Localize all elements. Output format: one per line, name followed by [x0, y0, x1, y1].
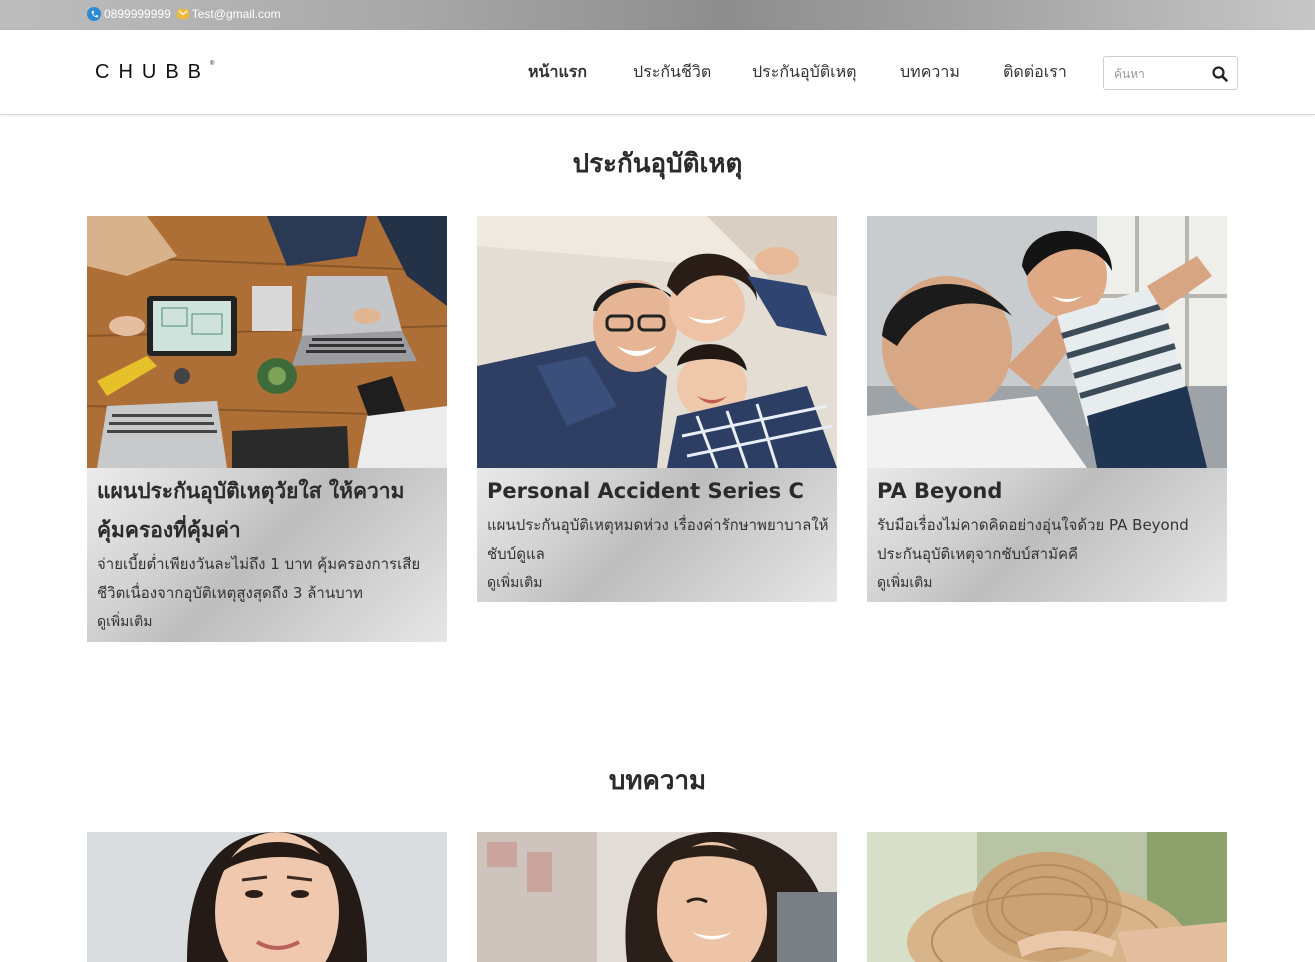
card-title[interactable]: PA Beyond: [877, 472, 1222, 511]
card-body: แผนประกันอุบัติเหตุวัยใส ให้ความคุ้มครอง…: [97, 468, 442, 636]
site-header: CHUBB® หน้าแรก ประกันชีวิต ประกันอุบัติเ…: [0, 30, 1315, 115]
nav-home[interactable]: หน้าแรก: [528, 60, 587, 85]
search-box: [1103, 56, 1238, 90]
mail-icon: [176, 9, 189, 19]
nav-articles[interactable]: บทความ: [900, 60, 960, 85]
woman-smiling-photo[interactable]: [477, 832, 837, 962]
phone-icon: [87, 7, 101, 21]
card-body: PA Beyond รับมือเรื่องไม่คาดคิดอย่างอุ่น…: [877, 468, 1222, 597]
family-photo[interactable]: [477, 216, 837, 468]
email-address[interactable]: Test@gmail.com: [192, 7, 281, 21]
search-icon[interactable]: [1211, 65, 1229, 83]
search-input[interactable]: [1114, 65, 1209, 83]
section-title-articles: บทความ: [608, 766, 707, 796]
product-card[interactable]: แผนประกันอุบัติเหตุวัยใส ให้ความคุ้มครอง…: [87, 216, 447, 642]
chubb-logo[interactable]: CHUBB®: [95, 61, 214, 84]
read-more-link[interactable]: ดูเพิ่มเติม: [877, 569, 1222, 597]
card-description: รับมือเรื่องไม่คาดคิดอย่างอุ่นใจด้วย PA …: [877, 516, 1189, 563]
product-card[interactable]: PA Beyond รับมือเรื่องไม่คาดคิดอย่างอุ่น…: [867, 216, 1227, 602]
registered-mark: ®: [210, 61, 215, 67]
phone-number[interactable]: 0899999999: [104, 7, 171, 21]
card-description: จ่ายเบี้ยต่ำเพียงวันละไม่ถึง 1 บาท คุ้มค…: [97, 555, 421, 602]
logo-text: CHUBB: [95, 61, 211, 83]
nav-life-insurance[interactable]: ประกันชีวิต: [633, 60, 711, 85]
nav-accident-insurance[interactable]: ประกันอุบัติเหตุ: [752, 60, 857, 85]
straw-hat-photo[interactable]: [867, 832, 1227, 962]
office-desk-photo[interactable]: [87, 216, 447, 468]
nav-contact[interactable]: ติดต่อเรา: [1003, 60, 1067, 85]
father-son-photo[interactable]: [867, 216, 1227, 468]
top-contact-bar: 0899999999 Test@gmail.com: [0, 0, 1315, 30]
contact-info: 0899999999 Test@gmail.com: [87, 7, 281, 21]
read-more-link[interactable]: ดูเพิ่มเติม: [97, 608, 442, 636]
product-card[interactable]: Personal Accident Series C แผนประกันอุบั…: [477, 216, 837, 602]
card-description: แผนประกันอุบัติเหตุหมดห่วง เรื่องค่ารักษ…: [487, 516, 829, 563]
card-title[interactable]: แผนประกันอุบัติเหตุวัยใส ให้ความคุ้มครอง…: [97, 472, 442, 550]
read-more-link[interactable]: ดูเพิ่มเติม: [487, 569, 832, 597]
card-title[interactable]: Personal Accident Series C: [487, 472, 832, 511]
section-title-accident: ประกันอุบัติเหตุ: [572, 149, 743, 179]
woman-portrait-photo[interactable]: [87, 832, 447, 962]
card-body: Personal Accident Series C แผนประกันอุบั…: [487, 468, 832, 597]
